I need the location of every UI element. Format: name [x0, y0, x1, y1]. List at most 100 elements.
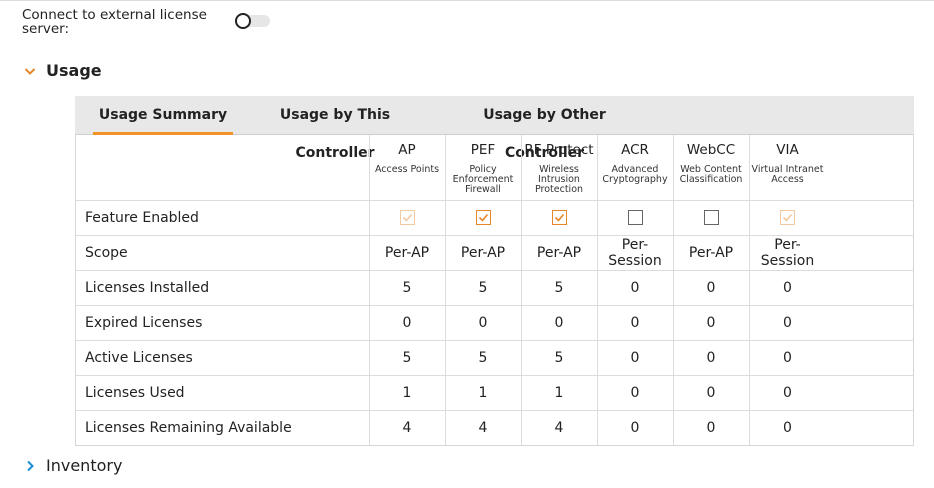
column-header-acr: ACR Advanced Cryptography [596, 135, 674, 201]
column-abbr: VIA [776, 142, 799, 158]
column-header-rf-protect: RF Protect Wireless Intrusion Protection [520, 135, 598, 201]
inventory-section-title: Inventory [46, 456, 123, 475]
feature-checkbox-cell [672, 199, 750, 236]
cell-value: 4 [444, 409, 522, 445]
cell-value: 0 [748, 409, 914, 445]
cell-value: 5 [368, 339, 446, 376]
cell-value: 0 [596, 269, 674, 306]
cell-value: 0 [596, 409, 674, 445]
cell-value: 0 [596, 339, 674, 376]
feature-checkbox[interactable] [780, 210, 795, 225]
row-label: Feature Enabled [75, 199, 370, 236]
license-page: Connect to external license server: Usag… [0, 0, 934, 488]
feature-checkbox-cell [520, 199, 598, 236]
cell-value: Per-Session [596, 234, 674, 271]
usage-section-header[interactable]: Usage [22, 61, 102, 80]
table-row: Licenses Remaining Available 4 4 4 0 0 0 [75, 409, 914, 445]
external-server-label: Connect to external license server: [22, 7, 207, 37]
feature-checkbox[interactable] [475, 210, 491, 225]
tab-usage-summary[interactable]: Usage Summary [93, 96, 233, 135]
column-desc: Advanced Cryptography [602, 164, 668, 185]
row-label: Expired Licenses [75, 304, 370, 341]
chevron-right-icon [22, 458, 38, 474]
column-desc: Access Points [374, 164, 440, 175]
checkmark-icon [554, 213, 564, 222]
feature-checkbox[interactable] [551, 210, 567, 225]
tab-usage-by-other-controller[interactable]: Usage by Other Controller [452, 96, 637, 161]
checkmark-icon [782, 213, 793, 222]
feature-checkbox[interactable] [703, 210, 719, 225]
cell-value: Per-AP [368, 234, 446, 271]
cell-value: 0 [596, 374, 674, 411]
feature-checkbox-cell [596, 199, 674, 236]
cell-value: 0 [672, 409, 750, 445]
row-label: Licenses Installed [75, 269, 370, 306]
checkmark-icon [478, 213, 488, 222]
cell-value: 0 [748, 339, 914, 376]
cell-value: 0 [520, 304, 598, 341]
cell-value: 5 [368, 269, 446, 306]
cell-value: 0 [748, 374, 914, 411]
cell-value: 1 [444, 374, 522, 411]
cell-value: 5 [520, 269, 598, 306]
table-row: Scope Per-AP Per-AP Per-AP Per-Session P… [75, 234, 914, 271]
cell-value: 1 [368, 374, 446, 411]
column-header-webcc: WebCC Web Content Classification [672, 135, 750, 201]
checkmark-icon [402, 213, 412, 222]
license-usage-table: AP Access Points PEF Policy Enforcement Fi… [75, 135, 914, 445]
cell-value: 0 [672, 374, 750, 411]
column-abbr: ACR [621, 142, 649, 158]
column-header-pef: PEF Policy Enforcement Firewall [444, 135, 522, 201]
cell-value: Per-AP [444, 234, 522, 271]
chevron-down-icon [22, 63, 38, 79]
feature-checkbox-cell [444, 199, 522, 236]
cell-value: 4 [368, 409, 446, 445]
column-desc: Web Content Classification [679, 164, 743, 185]
cell-value: Per-AP [672, 234, 750, 271]
column-header-via: VIA Virtual Intranet Access [748, 135, 914, 201]
toggle-knob [235, 13, 251, 29]
column-abbr: RF Protect [524, 142, 594, 158]
row-label: Licenses Remaining Available [75, 409, 370, 445]
cell-value: 0 [672, 304, 750, 341]
cell-value: 5 [444, 339, 522, 376]
cell-value: 0 [672, 269, 750, 306]
feature-checkbox[interactable] [399, 210, 415, 225]
column-desc: Policy Enforcement Firewall [452, 164, 514, 195]
usage-section-title: Usage [46, 61, 102, 80]
table-row: Expired Licenses 0 0 0 0 0 0 [75, 304, 914, 341]
row-label: Licenses Used [75, 374, 370, 411]
cell-value: 0 [596, 304, 674, 341]
header-empty-cell [75, 135, 370, 201]
table-row: Active Licenses 5 5 5 0 0 0 [75, 339, 914, 376]
feature-checkbox[interactable] [627, 210, 643, 225]
cell-value: 0 [444, 304, 522, 341]
cell-value: Per-Session [748, 234, 914, 271]
cell-value: 5 [444, 269, 522, 306]
tab-usage-by-this-controller[interactable]: Usage by This Controller [250, 96, 420, 161]
table-row: Licenses Installed 5 5 5 0 0 0 [75, 269, 914, 306]
table-row-feature-enabled: Feature Enabled [75, 199, 914, 236]
cell-value: 0 [368, 304, 446, 341]
column-header-ap: AP Access Points [368, 135, 446, 201]
cell-value: 0 [748, 269, 914, 306]
top-divider [0, 0, 934, 1]
row-label: Scope [75, 234, 370, 271]
column-abbr: WebCC [686, 142, 736, 158]
table-row: Licenses Used 1 1 1 0 0 0 [75, 374, 914, 411]
feature-checkbox-cell [748, 199, 914, 236]
tab-label: Usage Summary [98, 107, 228, 123]
cell-value: Per-AP [520, 234, 598, 271]
inventory-section-header[interactable]: Inventory [22, 456, 122, 475]
table-header-row: AP Access Points PEF Policy Enforcement Fi… [75, 135, 914, 201]
usage-tabbar: Usage Summary Usage by This Controller U… [75, 96, 914, 161]
cell-value: 1 [520, 374, 598, 411]
cell-value: 0 [748, 304, 914, 341]
column-desc: Wireless Intrusion Protection [534, 164, 584, 195]
column-abbr: PEF [470, 142, 496, 158]
column-desc: Virtual Intranet Access [751, 164, 824, 185]
cell-value: 4 [520, 409, 598, 445]
column-abbr: AP [398, 142, 416, 158]
cell-value: 5 [520, 339, 598, 376]
external-server-toggle[interactable] [235, 13, 270, 29]
